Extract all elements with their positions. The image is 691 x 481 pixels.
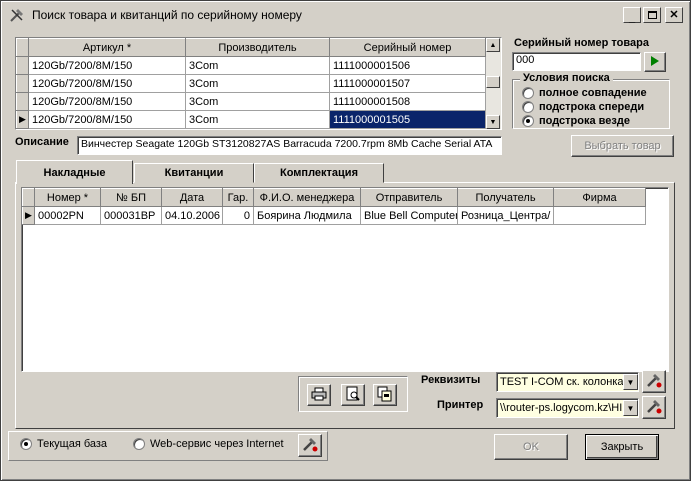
tools-icon xyxy=(8,6,26,24)
search-group-label: Условия поиска xyxy=(520,72,613,84)
cell-bp[interactable]: 000031BP xyxy=(100,206,162,225)
description-label: Описание xyxy=(15,136,69,148)
serial-label: Серийный номер товара xyxy=(514,37,649,49)
tools-icon xyxy=(302,436,318,455)
table-row[interactable]: 120Gb/7200/8M/150 3Com 1111000001507 xyxy=(16,74,486,93)
minimize-button[interactable]: _ xyxy=(623,7,641,23)
cell-serial[interactable]: 1111000001507 xyxy=(329,74,486,93)
cell-number[interactable]: 00002PN xyxy=(34,206,101,225)
printer-icon xyxy=(311,387,327,404)
column-firm[interactable]: Фирма xyxy=(553,188,646,207)
table-row[interactable]: 120Gb/7200/8M/150 3Com 1111000001506 xyxy=(16,56,486,75)
preview-button[interactable] xyxy=(341,384,365,406)
radio-prefix[interactable]: подстрока спереди xyxy=(522,101,644,113)
chevron-down-icon[interactable]: ▼ xyxy=(623,374,638,390)
serial-input[interactable]: 000 xyxy=(512,52,641,71)
cell-manufacturer[interactable]: 3Com xyxy=(185,56,330,75)
title-bar: Поиск товара и квитанций по серийному но… xyxy=(4,4,687,26)
requisites-select[interactable]: TEST I-COM ск. колонка ▼ xyxy=(496,372,639,392)
maximize-icon xyxy=(647,11,657,19)
row-pointer-icon: ▶ xyxy=(16,110,29,129)
cell-article[interactable]: 120Gb/7200/8M/150 xyxy=(28,92,186,111)
scroll-thumb[interactable] xyxy=(486,76,500,88)
cell-manager[interactable]: Боярина Людмила xyxy=(253,206,361,225)
cell-article[interactable]: 120Gb/7200/8M/150 xyxy=(28,110,186,129)
web-service-settings-button[interactable] xyxy=(298,434,322,457)
column-serial[interactable]: Серийный номер xyxy=(329,38,486,57)
chevron-down-icon[interactable]: ▼ xyxy=(623,400,638,416)
cell-manufacturer[interactable]: 3Com xyxy=(185,110,330,129)
cell-sender[interactable]: Blue Bell Computer xyxy=(360,206,458,225)
cell-date[interactable]: 04.10.2006 xyxy=(161,206,223,225)
search-go-button[interactable] xyxy=(644,52,666,72)
radio-icon-selected[interactable] xyxy=(20,438,32,450)
cell-serial[interactable]: 1111000001508 xyxy=(329,92,486,111)
product-grid: Артикул * Производитель Серийный номер 1… xyxy=(15,37,502,130)
close-button[interactable]: Закрыть xyxy=(585,434,659,460)
radio-exact[interactable]: полное совпадение xyxy=(522,87,647,99)
close-window-button[interactable]: ✕ xyxy=(665,7,683,23)
radio-icon[interactable] xyxy=(522,101,534,113)
scroll-up-icon[interactable]: ▲ xyxy=(486,38,500,52)
cell-firm[interactable] xyxy=(553,206,646,225)
play-icon xyxy=(650,55,660,70)
export-button[interactable] xyxy=(373,384,397,406)
cell-serial-selected[interactable]: 1111000001505 xyxy=(329,110,486,129)
cell-manufacturer[interactable]: 3Com xyxy=(185,92,330,111)
window-title: Поиск товара и квитанций по серийному но… xyxy=(32,8,302,22)
radio-icon-selected[interactable] xyxy=(522,115,534,127)
column-number[interactable]: Номер * xyxy=(34,188,101,207)
maximize-button[interactable] xyxy=(643,7,661,23)
printer-select[interactable]: \\router-ps.logycom.kz\HI ▼ xyxy=(496,398,639,418)
column-manager[interactable]: Ф.И.О. менеджера xyxy=(253,188,361,207)
radio-current-db[interactable]: Текущая база xyxy=(20,438,107,450)
cell-article[interactable]: 120Gb/7200/8M/150 xyxy=(28,74,186,93)
requisites-label: Реквизиты xyxy=(421,374,481,386)
column-warranty[interactable]: Гар. xyxy=(222,188,254,207)
column-date[interactable]: Дата xyxy=(161,188,223,207)
close-icon: ✕ xyxy=(669,8,679,21)
cell-serial[interactable]: 1111000001506 xyxy=(329,56,486,75)
tab-receipts[interactable]: Квитанции xyxy=(134,163,254,183)
column-recipient[interactable]: Получатель xyxy=(457,188,554,207)
main-window: Поиск товара и квитанций по серийному но… xyxy=(0,0,691,481)
description-field: Винчестер Seagate 120Gb ST3120827AS Barr… xyxy=(77,136,502,155)
print-button[interactable] xyxy=(307,384,331,406)
column-manufacturer[interactable]: Производитель xyxy=(185,38,330,57)
cell-recipient[interactable]: Розница_Центра/ xyxy=(457,206,554,225)
print-preview-icon xyxy=(345,386,361,405)
grid-indicator-header xyxy=(16,38,29,57)
printer-settings-button[interactable] xyxy=(642,396,666,419)
cell-manufacturer[interactable]: 3Com xyxy=(185,74,330,93)
radio-anywhere[interactable]: подстрока везде xyxy=(522,115,630,127)
column-bp[interactable]: № БП xyxy=(100,188,162,207)
product-grid-scrollbar[interactable]: ▲ ▼ xyxy=(486,38,501,129)
table-row[interactable]: 120Gb/7200/8M/150 3Com 1111000001508 xyxy=(16,92,486,111)
invoices-grid: Номер * № БП Дата Гар. Ф.И.О. менеджера … xyxy=(21,187,669,372)
table-row[interactable]: ▶ 00002PN 000031BP 04.10.2006 0 Боярина … xyxy=(22,206,646,225)
table-row[interactable]: ▶ 120Gb/7200/8M/150 3Com 1111000001505 xyxy=(16,110,486,129)
cell-article[interactable]: 120Gb/7200/8M/150 xyxy=(28,56,186,75)
copy-document-icon xyxy=(377,386,393,405)
ok-button[interactable]: OK xyxy=(494,434,568,460)
radio-icon[interactable] xyxy=(133,438,145,450)
tab-invoices[interactable]: Накладные xyxy=(16,160,133,184)
row-pointer-icon: ▶ xyxy=(22,206,35,225)
tools-icon xyxy=(646,372,662,391)
tools-icon xyxy=(646,398,662,417)
scroll-down-icon[interactable]: ▼ xyxy=(486,115,500,129)
column-sender[interactable]: Отправитель xyxy=(360,188,458,207)
column-article[interactable]: Артикул * xyxy=(28,38,186,57)
tab-bundles[interactable]: Комплектация xyxy=(254,163,384,183)
radio-web-service[interactable]: Web-сервис через Internet xyxy=(133,438,284,450)
radio-icon[interactable] xyxy=(522,87,534,99)
requisites-settings-button[interactable] xyxy=(642,370,666,393)
cell-warranty[interactable]: 0 xyxy=(222,206,254,225)
printer-label: Принтер xyxy=(437,399,484,411)
select-product-button: Выбрать товар xyxy=(571,135,674,157)
minimize-icon: _ xyxy=(628,11,636,24)
